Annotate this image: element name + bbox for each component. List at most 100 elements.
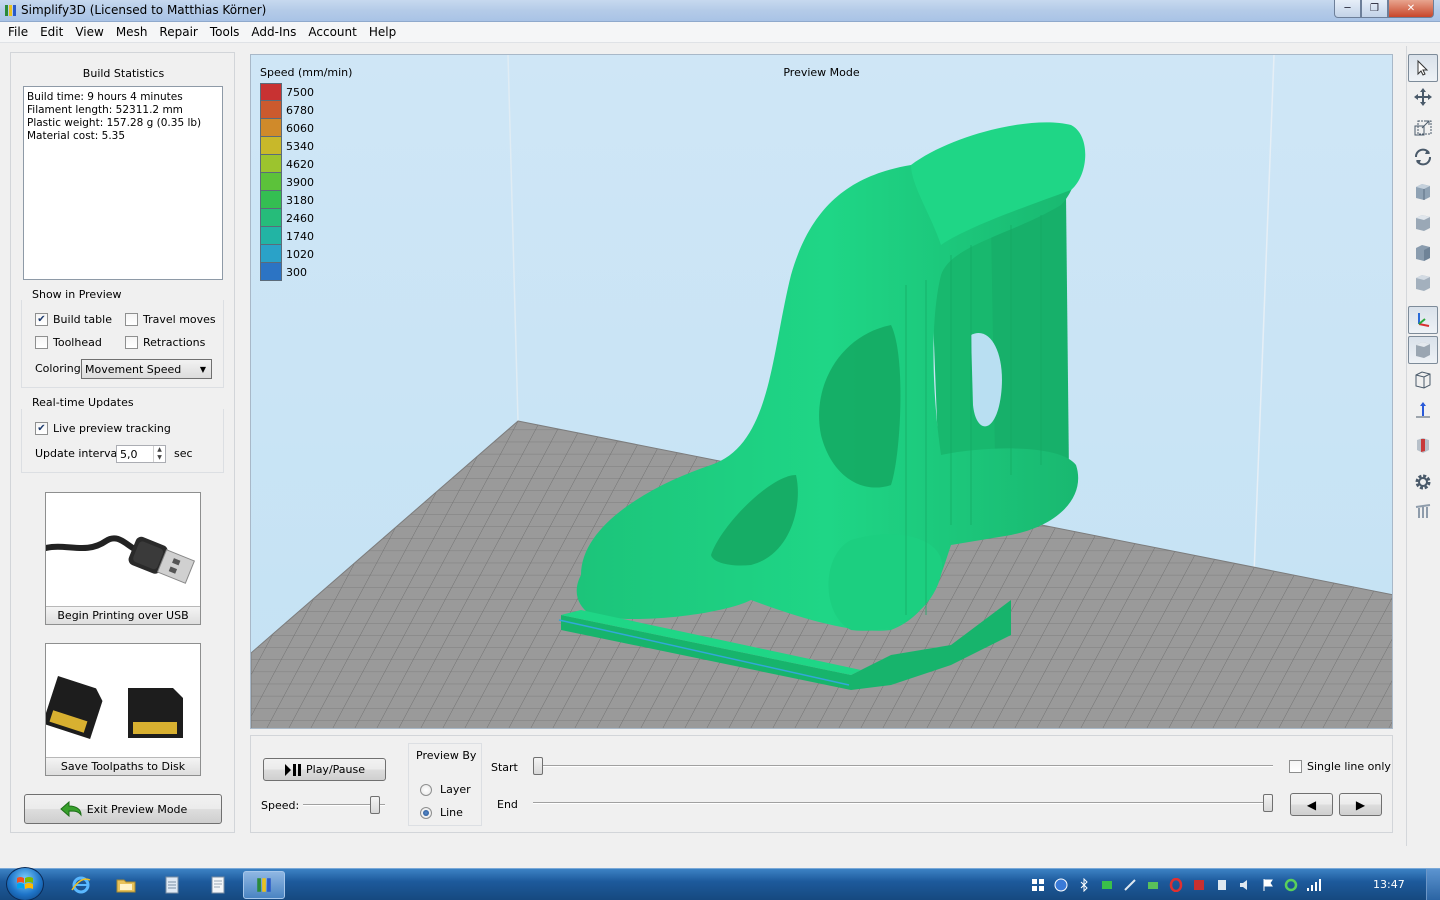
- tray-update-icon[interactable]: [1283, 877, 1299, 893]
- legend-entry: 1020: [260, 245, 314, 263]
- layer-radio[interactable]: [420, 783, 432, 796]
- start-slider-track[interactable]: [533, 765, 1273, 767]
- wireframe-view-button[interactable]: [1408, 366, 1438, 394]
- end-slider-track[interactable]: [533, 802, 1273, 804]
- normals-button[interactable]: [1408, 396, 1438, 424]
- menu-repair[interactable]: Repair: [153, 22, 203, 42]
- simplify3d-app-icon: [5, 5, 16, 16]
- menu-account[interactable]: Account: [302, 22, 362, 42]
- move-icon: [1414, 88, 1432, 106]
- solid-view-button[interactable]: [1408, 336, 1438, 364]
- axes-toggle-button[interactable]: [1408, 306, 1438, 334]
- begin-printing-usb-button[interactable]: Begin Printing over USB: [45, 492, 201, 625]
- coloring-dropdown[interactable]: Movement Speed ▼: [81, 359, 212, 379]
- taskbar-internet-explorer[interactable]: [60, 871, 102, 899]
- live-preview-checkbox[interactable]: ✔: [35, 422, 48, 435]
- rotate-icon: [1415, 148, 1431, 166]
- exit-preview-button[interactable]: Exit Preview Mode: [24, 794, 222, 824]
- speed-legend: 7500 6780 6060 5340 4620 3900 3180 2460 1740 1020…: [260, 83, 314, 281]
- supports-button[interactable]: [1408, 498, 1438, 526]
- previous-step-button[interactable]: ◀: [1290, 793, 1333, 816]
- disk-button-label: Save Toolpaths to Disk: [46, 757, 200, 775]
- live-preview-option[interactable]: ✔ Live preview tracking: [35, 422, 171, 435]
- solid-view-icon: [1416, 342, 1430, 358]
- document-icon: [211, 876, 225, 894]
- taskbar-notepad[interactable]: [151, 871, 193, 899]
- rotate-tool-button[interactable]: [1408, 143, 1438, 171]
- menu-tools[interactable]: Tools: [204, 22, 246, 42]
- legend-value: 6780: [286, 103, 314, 117]
- view-side-button[interactable]: [1408, 239, 1438, 267]
- select-arrow-icon: [1417, 59, 1429, 76]
- build-table-option[interactable]: ✔ Build table: [35, 313, 112, 326]
- travel-moves-option[interactable]: Travel moves: [125, 313, 216, 326]
- tray-flag-icon[interactable]: [1260, 877, 1276, 893]
- close-button[interactable]: ✕: [1388, 0, 1434, 18]
- cross-section-button[interactable]: [1408, 431, 1438, 459]
- tray-opera-icon[interactable]: [1168, 877, 1184, 893]
- maximize-button[interactable]: ❐: [1361, 0, 1388, 18]
- preview-by-layer-option[interactable]: Layer: [420, 783, 471, 796]
- preview-by-line-option[interactable]: Line: [420, 806, 463, 819]
- tray-security-icon[interactable]: [1053, 877, 1069, 893]
- taskbar-document[interactable]: [197, 871, 239, 899]
- windows-taskbar: 13:47: [0, 867, 1440, 900]
- legend-entry: 300: [260, 263, 314, 281]
- tray-volume-icon[interactable]: [1237, 877, 1253, 893]
- view-top-button[interactable]: [1408, 209, 1438, 237]
- toolhead-checkbox[interactable]: [35, 336, 48, 349]
- tray-usb-icon[interactable]: [1214, 877, 1230, 893]
- menu-view[interactable]: View: [69, 22, 109, 42]
- tray-app-icon[interactable]: [1191, 877, 1207, 893]
- tray-bluetooth-icon[interactable]: [1076, 877, 1092, 893]
- retractions-option[interactable]: Retractions: [125, 336, 205, 349]
- menu-mesh[interactable]: Mesh: [110, 22, 154, 42]
- end-slider-thumb[interactable]: [1263, 794, 1273, 812]
- scale-tool-button[interactable]: [1408, 113, 1438, 141]
- start-slider-thumb[interactable]: [533, 757, 543, 775]
- legend-value: 4620: [286, 157, 314, 171]
- update-interval-spinbox[interactable]: 5,0 ▲ ▼: [116, 445, 166, 463]
- menu-help[interactable]: Help: [363, 22, 402, 42]
- start-button[interactable]: [6, 867, 44, 900]
- legend-entry: 6060: [260, 119, 314, 137]
- taskbar-clock[interactable]: 13:47: [1373, 878, 1405, 891]
- spin-arrows-icon[interactable]: ▲ ▼: [153, 446, 165, 462]
- build-statistics-box[interactable]: Build time: 9 hours 4 minutes Filament l…: [23, 86, 223, 280]
- toolhead-label: Toolhead: [53, 336, 102, 349]
- view-iso-button[interactable]: [1408, 269, 1438, 297]
- update-interval-value: 5,0: [120, 448, 138, 461]
- tray-sync-icon[interactable]: [1099, 877, 1115, 893]
- show-desktop-button[interactable]: [1426, 869, 1440, 900]
- save-toolpaths-button[interactable]: Save Toolpaths to Disk: [45, 643, 201, 776]
- minimize-button[interactable]: ─: [1334, 0, 1361, 18]
- preview-viewport[interactable]: Preview Mode Speed (mm/min) 7500 6780 6060…: [250, 54, 1393, 729]
- speed-slider-thumb[interactable]: [369, 796, 380, 814]
- travel-moves-checkbox[interactable]: [125, 313, 138, 326]
- move-tool-button[interactable]: [1408, 83, 1438, 111]
- view-front-button[interactable]: [1408, 178, 1438, 206]
- play-pause-button[interactable]: Play/Pause: [263, 758, 386, 781]
- line-radio[interactable]: [420, 806, 432, 819]
- build-table-checkbox[interactable]: ✔: [35, 313, 48, 326]
- tray-tools-icon[interactable]: [1122, 877, 1138, 893]
- toolhead-option[interactable]: Toolhead: [35, 336, 102, 349]
- menu-file[interactable]: File: [2, 22, 34, 42]
- taskbar-simplify3d[interactable]: [243, 871, 285, 899]
- next-step-button[interactable]: ▶: [1339, 793, 1382, 816]
- select-tool-button[interactable]: [1408, 54, 1438, 82]
- single-line-checkbox[interactable]: [1289, 760, 1302, 773]
- tray-network-tools-icon[interactable]: [1145, 877, 1161, 893]
- taskbar-file-explorer[interactable]: [105, 871, 147, 899]
- settings-button[interactable]: [1408, 468, 1438, 496]
- menu-edit[interactable]: Edit: [34, 22, 69, 42]
- tray-windows-icon[interactable]: [1030, 877, 1046, 893]
- retractions-checkbox[interactable]: [125, 336, 138, 349]
- tray-signal-icon[interactable]: [1306, 877, 1322, 893]
- legend-value: 5340: [286, 139, 314, 153]
- single-line-option[interactable]: Single line only: [1289, 760, 1391, 773]
- legend-entry: 3900: [260, 173, 314, 191]
- end-label: End: [497, 798, 518, 811]
- travel-moves-label: Travel moves: [143, 313, 216, 326]
- menu-add-ins[interactable]: Add-Ins: [245, 22, 302, 42]
